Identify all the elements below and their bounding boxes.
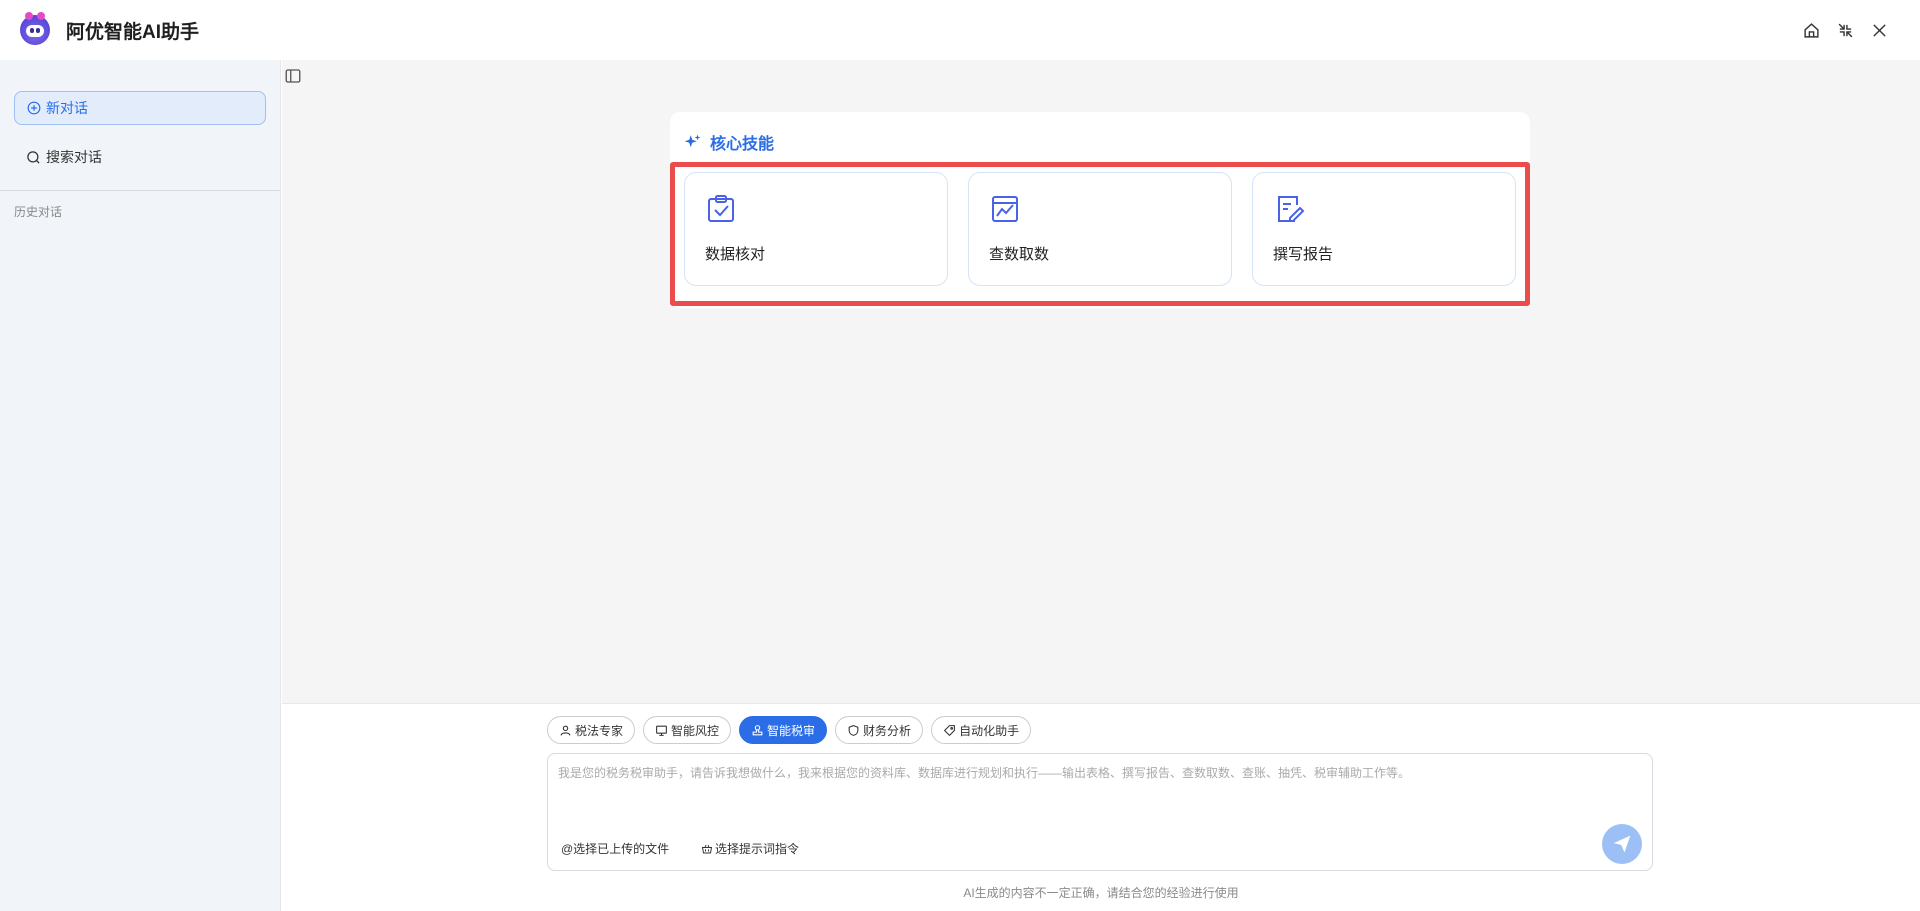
skill-card-data-check[interactable]: 数据核对 (684, 172, 948, 286)
skill-card-query-data[interactable]: 查数取数 (968, 172, 1232, 286)
mode-financial-analysis[interactable]: 财务分析 (835, 716, 924, 744)
plus-circle-icon (27, 101, 41, 115)
search-icon (27, 150, 40, 164)
edit-document-icon (1278, 196, 1305, 222)
collapse-icon[interactable] (1834, 18, 1856, 42)
app-title: 阿优智能AI助手 (66, 21, 200, 43)
disclaimer-text: AI生成的内容不一定正确，请结合您的经验进行使用 (963, 886, 1239, 900)
skill-label: 撰写报告 (1273, 246, 1334, 263)
message-input-box: @选择已上传的文件 选择提示词指令 (547, 753, 1653, 871)
sparkle-icon (684, 134, 701, 148)
mode-automation-assistant[interactable]: 自动化助手 (931, 716, 1032, 744)
sidebar-divider (0, 190, 281, 191)
skill-label: 查数取数 (989, 246, 1050, 263)
stamp-icon (752, 724, 763, 735)
user-icon (560, 725, 571, 736)
skills-title: 核心技能 (684, 130, 774, 154)
chart-line-icon (992, 196, 1018, 222)
tag-icon (943, 724, 955, 736)
app-header: 阿优智能AI助手 (0, 0, 1920, 60)
skill-label: 数据核对 (705, 246, 766, 263)
shield-icon (848, 724, 859, 736)
home-icon[interactable] (1800, 18, 1822, 42)
close-icon[interactable] (1868, 18, 1890, 42)
mode-tax-expert[interactable]: 税法专家 (547, 716, 636, 744)
skill-card-write-report[interactable]: 撰写报告 (1252, 172, 1516, 286)
main-content: 核心技能 数据核对 查数取数 撰写报告 (282, 60, 1920, 703)
search-chat-button[interactable]: 搜索对话 (14, 140, 266, 174)
send-button[interactable] (1602, 824, 1642, 864)
app-logo (20, 12, 50, 45)
sidebar: 新对话 搜索对话 历史对话 (0, 60, 281, 911)
sidebar-toggle-icon[interactable] (284, 67, 302, 85)
monitor-icon (656, 725, 667, 736)
clipboard-check-icon (708, 195, 734, 222)
select-uploaded-files-button[interactable]: @选择已上传的文件 (561, 840, 669, 857)
search-chat-label: 搜索对话 (46, 149, 102, 165)
send-icon (1613, 835, 1631, 853)
mode-selector: 税法专家 智能风控 智能税审 财务分析 自动化助手 (547, 716, 1032, 744)
mode-tax-audit[interactable]: 智能税审 (739, 716, 828, 744)
history-label: 历史对话 (14, 205, 63, 219)
select-prompt-command-button[interactable]: 选择提示词指令 (701, 840, 799, 857)
message-input[interactable] (558, 764, 1618, 804)
new-chat-button[interactable]: 新对话 (14, 91, 266, 125)
mode-risk-control[interactable]: 智能风控 (643, 716, 732, 744)
window-controls (1800, 18, 1890, 42)
basket-icon (701, 844, 713, 853)
new-chat-label: 新对话 (46, 100, 88, 116)
chat-input-area: 税法专家 智能风控 智能税审 财务分析 自动化助手 @选择已上传的文件 选择提示… (282, 703, 1920, 911)
